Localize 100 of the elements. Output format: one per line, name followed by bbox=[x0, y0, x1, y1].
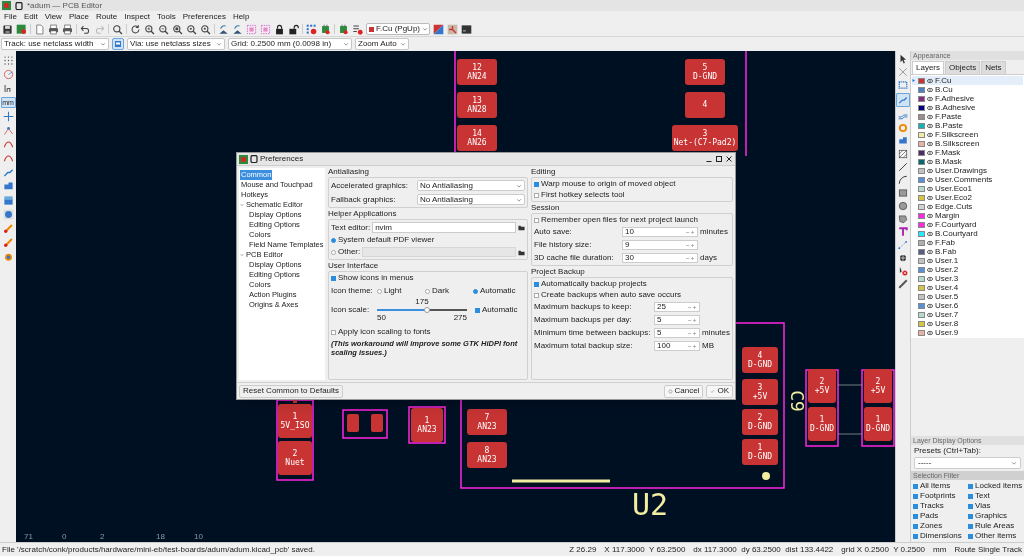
eye-icon[interactable] bbox=[927, 158, 933, 165]
eye-icon[interactable] bbox=[927, 95, 933, 102]
menu-item[interactable]: Place bbox=[68, 12, 89, 21]
lock-icon[interactable] bbox=[274, 23, 285, 35]
refresh-icon[interactable] bbox=[130, 23, 141, 35]
layer-row[interactable]: User.Comments bbox=[912, 175, 1023, 184]
layer-dropdown[interactable]: F.Cu (PgUp) bbox=[366, 23, 430, 35]
pad-outline-icon[interactable] bbox=[2, 139, 14, 150]
layer-row[interactable]: User.8 bbox=[912, 319, 1023, 328]
layer-color-swatch[interactable] bbox=[918, 239, 925, 246]
filter-checkbox[interactable]: Tracks bbox=[913, 502, 967, 510]
layer-row[interactable]: F.Mask bbox=[912, 148, 1023, 157]
checkbox[interactable]: Show icons in menus bbox=[331, 274, 525, 282]
radio-button[interactable]: Dark bbox=[425, 287, 473, 295]
zoom-in-icon[interactable] bbox=[144, 23, 155, 35]
layer-row[interactable]: F.Paste bbox=[912, 112, 1023, 121]
polygon-icon[interactable] bbox=[898, 214, 908, 224]
filter-checkbox[interactable]: Footprints bbox=[913, 492, 967, 500]
layer-color-swatch[interactable] bbox=[918, 302, 925, 309]
zone-icon[interactable] bbox=[898, 136, 908, 146]
layer-row[interactable]: User.3 bbox=[912, 274, 1023, 283]
highlight-icon[interactable] bbox=[2, 237, 14, 248]
eye-icon[interactable] bbox=[927, 248, 933, 255]
layer-row[interactable]: User.Eco1 bbox=[912, 184, 1023, 193]
radio-button[interactable]: System default PDF viewer bbox=[331, 236, 435, 244]
layer-color-swatch[interactable] bbox=[918, 329, 925, 336]
filter-checkbox[interactable]: Vias bbox=[968, 502, 1022, 510]
zoom-out-icon[interactable] bbox=[158, 23, 169, 35]
reset-button[interactable]: Reset Common to Defaults bbox=[239, 384, 344, 398]
layer-row[interactable]: F.Silkscreen bbox=[912, 130, 1023, 139]
menu-item[interactable]: Help bbox=[232, 12, 250, 21]
eye-icon[interactable] bbox=[927, 266, 933, 273]
filter-checkbox[interactable]: Graphics bbox=[968, 512, 1022, 520]
filter-checkbox[interactable]: Dimensions bbox=[913, 532, 967, 540]
close-icon[interactable] bbox=[725, 155, 733, 163]
layer-color-swatch[interactable] bbox=[918, 284, 925, 291]
checkbox[interactable]: Remember open files for next project launch bbox=[534, 216, 730, 224]
eye-icon[interactable] bbox=[927, 221, 933, 228]
zoom-icon[interactable] bbox=[186, 23, 197, 35]
layer-row[interactable]: F.Courtyard bbox=[912, 220, 1023, 229]
layer-row[interactable]: F.Fab bbox=[912, 238, 1023, 247]
layer-row[interactable]: B.Paste bbox=[912, 121, 1023, 130]
panel-tab[interactable]: Layers bbox=[912, 61, 944, 74]
eye-icon[interactable] bbox=[927, 176, 933, 183]
dotted-frame-icon[interactable] bbox=[898, 80, 908, 90]
layer-row[interactable]: User.9 bbox=[912, 328, 1023, 337]
grid-dots-icon[interactable] bbox=[2, 55, 14, 66]
layer-color-swatch[interactable] bbox=[918, 311, 925, 318]
layer-row[interactable]: B.Mask bbox=[912, 157, 1023, 166]
text-editor-field[interactable]: nvim bbox=[372, 222, 516, 233]
layer-row[interactable]: B.Fab bbox=[912, 247, 1023, 256]
ratsnest-icon[interactable] bbox=[2, 125, 14, 136]
combo-box[interactable]: No Antialiasing bbox=[417, 194, 525, 205]
checkbox[interactable]: Warp mouse to origin of moved object bbox=[534, 180, 730, 188]
radio-button[interactable]: Other: bbox=[331, 248, 361, 256]
terminal-icon[interactable] bbox=[461, 23, 472, 35]
eye-icon[interactable] bbox=[927, 104, 933, 111]
filter-checkbox[interactable]: Rule Areas bbox=[968, 522, 1022, 530]
board-setup-icon[interactable] bbox=[16, 23, 27, 35]
crosshair-cursor-icon[interactable] bbox=[2, 111, 14, 122]
checkbox[interactable]: Automatic bbox=[475, 306, 518, 314]
eye-icon[interactable] bbox=[927, 194, 933, 201]
cursor-arrow-icon[interactable] bbox=[898, 54, 908, 64]
text-icon[interactable] bbox=[898, 227, 908, 237]
layer-color-swatch[interactable] bbox=[918, 86, 925, 93]
maximize-icon[interactable] bbox=[715, 155, 723, 163]
folder-icon[interactable] bbox=[518, 248, 525, 256]
eye-icon[interactable] bbox=[927, 149, 933, 156]
pdf-viewer-field[interactable] bbox=[362, 247, 516, 257]
layer-row[interactable]: Margin bbox=[912, 211, 1023, 220]
unlock-icon[interactable] bbox=[288, 23, 299, 35]
layer-row[interactable]: F.Adhesive bbox=[912, 94, 1023, 103]
eye-icon[interactable] bbox=[927, 329, 933, 336]
checkbox[interactable]: Apply icon scaling to fonts bbox=[331, 328, 525, 336]
layer-row[interactable]: Edge.Cuts bbox=[912, 202, 1023, 211]
printer-icon[interactable] bbox=[62, 23, 73, 35]
layer-row[interactable]: B.Cu bbox=[912, 85, 1023, 94]
units-icon[interactable] bbox=[2, 83, 14, 94]
checkbox[interactable]: Create backups when auto save occurs bbox=[534, 291, 730, 299]
panel-tab[interactable]: Nets bbox=[981, 61, 1006, 74]
crosshair-icon[interactable] bbox=[898, 253, 908, 263]
menu-item[interactable]: File bbox=[4, 12, 17, 21]
delete-icon[interactable] bbox=[898, 266, 908, 276]
layer-row[interactable]: User.2 bbox=[912, 265, 1023, 274]
menu-item[interactable]: Edit bbox=[23, 12, 38, 21]
layer-color-swatch[interactable] bbox=[918, 293, 925, 300]
menu-item[interactable]: View bbox=[44, 12, 62, 21]
ok-button[interactable]: OK bbox=[706, 384, 733, 398]
filter-checkbox[interactable]: Zones bbox=[913, 522, 967, 530]
layer-color-swatch[interactable] bbox=[918, 149, 925, 156]
layer-pair-icon[interactable] bbox=[433, 23, 444, 35]
eye-icon[interactable] bbox=[927, 131, 933, 138]
layer-color-swatch[interactable] bbox=[918, 230, 925, 237]
rectangle-icon[interactable] bbox=[898, 188, 908, 198]
cancel-button[interactable]: Cancel bbox=[663, 384, 704, 398]
eye-icon[interactable] bbox=[927, 275, 933, 282]
filter-checkbox[interactable]: Other items bbox=[968, 532, 1022, 540]
eye-icon[interactable] bbox=[927, 167, 933, 174]
hatch-icon[interactable] bbox=[898, 149, 908, 159]
layer-row[interactable]: F.Cu bbox=[912, 76, 1023, 85]
